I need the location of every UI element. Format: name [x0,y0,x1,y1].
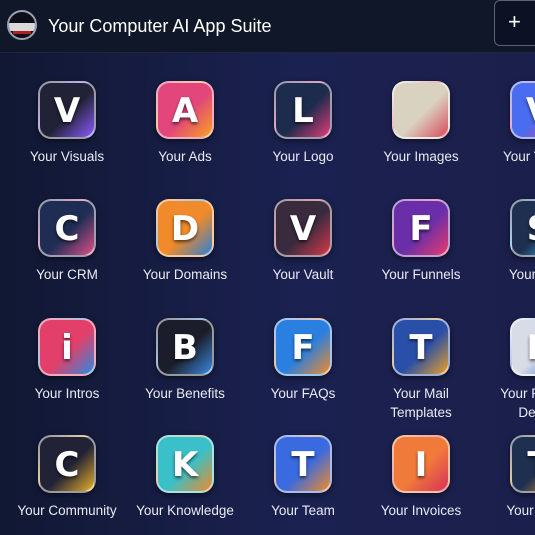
videos-icon[interactable]: V [510,81,535,139]
app-label: Your Community [17,503,117,518]
ads-icon[interactable]: A [156,81,214,139]
app-tile-mail-templates[interactable]: T Your Mail Templates [362,318,480,428]
vault-icon[interactable]: V [274,199,332,257]
app-icon-glyph: C [54,209,80,249]
app-label: Your Vault [272,267,334,282]
app-tile-tasks[interactable]: T Your Tasks [480,435,535,535]
crm-icon[interactable]: C [38,199,96,257]
app-label: Your Product Details [500,386,535,420]
app-icon-glyph: T [291,445,315,485]
benefits-icon[interactable]: B [156,318,214,376]
app-icon-glyph: B [172,328,198,368]
visuals-icon[interactable]: V [38,81,96,139]
app-tile-sms[interactable]: S Your SMS [480,199,535,309]
app-icon-glyph: S [512,209,535,249]
knowledge-icon[interactable]: K [156,435,214,493]
mail-templates-icon[interactable]: T [392,318,450,376]
app-label: Your Mail Templates [390,386,452,420]
app-tile-community[interactable]: C Your Community [8,435,126,535]
app-label: Your Visuals [29,149,105,164]
logo-icon[interactable]: L [274,81,332,139]
app-label: Your CRM [36,267,98,282]
app-icon-glyph: F [409,209,433,249]
app-label: Your SMS [508,267,535,282]
app-label: Your Team [271,503,335,518]
plus-icon: + [508,9,521,34]
app-label: Your Logo [272,149,334,164]
app-tile-funnels[interactable]: F Your Funnels [362,199,480,309]
app-tile-visuals[interactable]: V Your Visuals [8,81,126,191]
invoices-icon[interactable]: I [392,435,450,493]
app-icon-glyph: K [171,445,199,485]
app-icon-glyph: L [292,91,314,131]
images-icon[interactable] [392,81,450,139]
app-tile-videos[interactable]: V Your Videos [480,81,535,191]
tasks-icon[interactable]: T [510,435,535,493]
app-tile-benefits[interactable]: B Your Benefits [126,318,244,428]
app-header: Your Computer AI App Suite + [0,0,535,53]
team-icon[interactable]: T [274,435,332,493]
app-label: Your Tasks [506,503,535,518]
app-tile-invoices[interactable]: I Your Invoices [362,435,480,535]
community-icon[interactable]: C [38,435,96,493]
app-grid: V Your Visuals A Your Ads L Your Logo Your Ima… [0,53,535,535]
app-icon-glyph: P [512,328,535,368]
app-tile-team[interactable]: T Your Team [244,435,362,535]
funnels-icon[interactable]: F [392,199,450,257]
app-tile-crm[interactable]: C Your CRM [8,199,126,309]
app-tile-logo[interactable]: L Your Logo [244,81,362,191]
app-label: Your Domains [142,267,228,282]
page-title: Your Computer AI App Suite [48,16,272,36]
add-button[interactable]: + [494,0,535,46]
app-tile-faqs[interactable]: F Your FAQs [244,318,362,428]
app-icon-glyph: D [170,209,200,249]
app-label: Your Benefits [145,386,225,401]
app-icon-glyph: T [409,328,433,368]
faqs-icon[interactable]: F [274,318,332,376]
app-label: Your Knowledge [136,503,234,518]
app-label: Your Invoices [380,503,462,518]
app-icon-glyph: V [289,209,317,249]
app-tile-images[interactable]: Your Images [362,81,480,191]
app-icon-glyph: V [53,91,81,131]
app-icon-glyph: F [291,328,315,368]
app-tile-domains[interactable]: D Your Domains [126,199,244,309]
app-tile-intros[interactable]: i Your Intros [8,318,126,428]
app-icon-glyph: i [61,328,73,368]
app-icon-glyph: A [171,91,199,131]
app-icon-glyph: V [512,91,535,131]
sms-icon[interactable]: S [510,199,535,257]
app-tile-knowledge[interactable]: K Your Knowledge [126,435,244,535]
app-label: Your Funnels [381,267,461,282]
app-icon-glyph: T [512,445,535,485]
product-details-icon[interactable]: P [510,318,535,376]
brand-logo-icon[interactable] [7,10,37,40]
app-label: Your Videos [502,149,535,164]
app-tile-product-details[interactable]: P Your Product Details [480,318,535,428]
domains-icon[interactable]: D [156,199,214,257]
app-label: Your Ads [158,149,212,164]
intros-icon[interactable]: i [38,318,96,376]
app-label: Your Images [383,149,459,164]
app-label: Your FAQs [270,386,336,401]
app-icon-glyph: C [54,445,80,485]
app-tile-vault[interactable]: V Your Vault [244,199,362,309]
app-icon-glyph: I [414,445,428,485]
app-label: Your Intros [34,386,100,401]
app-tile-ads[interactable]: A Your Ads [126,81,244,191]
